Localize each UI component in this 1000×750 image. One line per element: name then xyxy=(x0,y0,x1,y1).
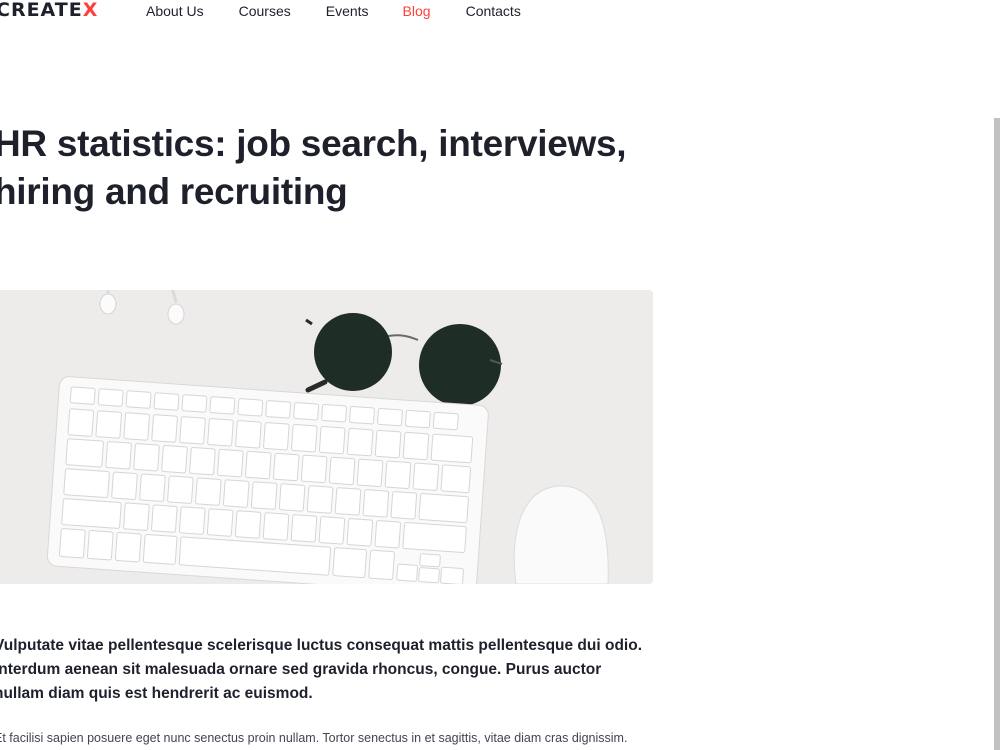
nav-about-us[interactable]: About Us xyxy=(146,2,204,20)
page-scrollbar[interactable] xyxy=(992,0,1000,750)
logo-text: CREATE xyxy=(0,0,83,21)
nav-courses[interactable]: Courses xyxy=(239,2,291,20)
nav-blog[interactable]: Blog xyxy=(403,2,431,20)
blog-article-page: CREATE X About Us Courses Events Blog Con… xyxy=(0,0,1000,750)
scrollbar-thumb[interactable] xyxy=(994,118,1000,750)
article-hero-image xyxy=(0,290,653,584)
main-nav: About Us Courses Events Blog Contacts xyxy=(146,2,521,20)
article-lead: Vulputate vitae pellentesque scelerisque… xyxy=(0,637,642,702)
site-logo[interactable]: CREATE X xyxy=(0,0,98,21)
nav-contacts[interactable]: Contacts xyxy=(466,2,521,20)
article-paragraph: Et facilisi sapien posuere eget nunc sen… xyxy=(0,731,628,745)
article-title: HR statistics: job search, interviews, h… xyxy=(0,123,627,212)
nav-events[interactable]: Events xyxy=(326,2,369,20)
logo-x-icon: X xyxy=(82,0,99,21)
